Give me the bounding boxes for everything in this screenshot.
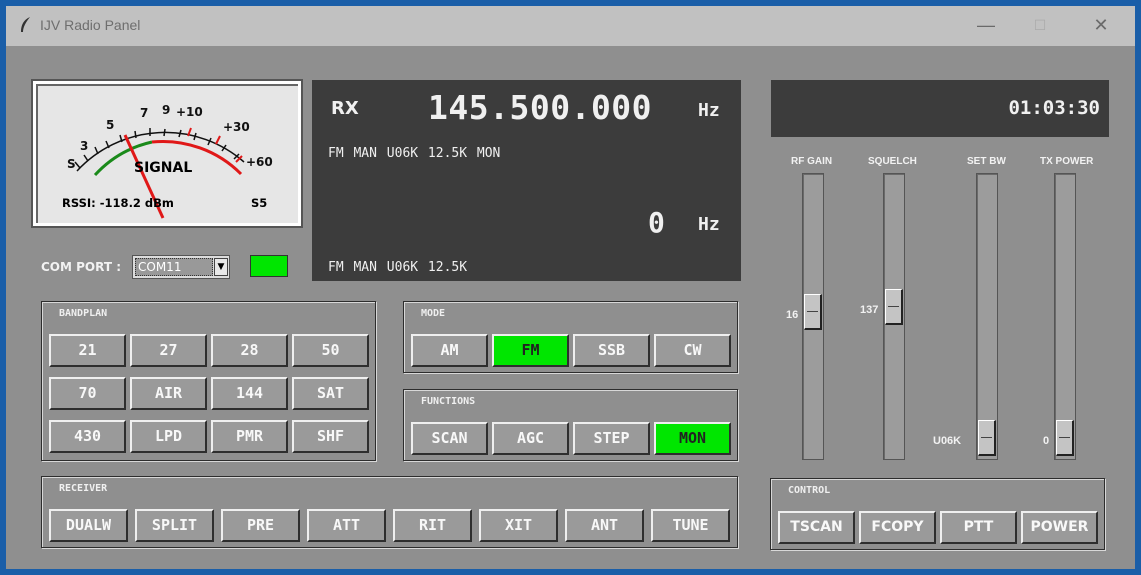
rf-gain-slider-thumb[interactable]: [804, 294, 822, 330]
mode-button-cw[interactable]: CW: [654, 334, 731, 367]
control-button-fcopy[interactable]: FCOPY: [859, 511, 936, 544]
function-button-agc[interactable]: AGC: [492, 422, 569, 455]
frequency-display: RX 145.500.000 Hz FM MAN U06K 12.5K MON …: [312, 80, 741, 281]
band-button-pmr[interactable]: PMR: [211, 420, 288, 453]
squelch-slider[interactable]: [883, 173, 905, 460]
slider-label-set-bw: SET BW: [967, 156, 1006, 167]
rf-gain-slider[interactable]: [802, 173, 824, 460]
maximize-button[interactable]: ☐: [1025, 12, 1055, 40]
scale-label-3: 3: [80, 139, 89, 153]
scale-label-s: S: [67, 157, 76, 171]
frequency-readout: 145.500.000: [428, 88, 653, 127]
rf-gain-value: 16: [786, 309, 799, 321]
com-port-label: COM PORT :: [41, 260, 121, 274]
tx-power-slider[interactable]: [1054, 173, 1076, 460]
receiver-button-att[interactable]: ATT: [307, 509, 386, 542]
s-meter: S 3 5 7 9 +10 +30 +60 SIGNAL RSSI: -118.…: [31, 79, 303, 228]
bandplan-title: BANDPLAN: [59, 308, 108, 319]
control-button-ptt[interactable]: PTT: [940, 511, 1017, 544]
mode-title: MODE: [421, 308, 446, 319]
set-bw-slider-thumb[interactable]: [978, 420, 996, 456]
scale-label-plus30: +30: [223, 120, 250, 134]
function-button-scan[interactable]: SCAN: [411, 422, 488, 455]
receiver-button-pre[interactable]: PRE: [221, 509, 300, 542]
receiver-button-dualw[interactable]: DUALW: [49, 509, 128, 542]
receiver-group: RECEIVER DUALW SPLIT PRE ATT RIT XIT ANT…: [41, 476, 738, 548]
meter-title: SIGNAL: [134, 160, 193, 176]
close-button[interactable]: ✕: [1086, 12, 1116, 40]
receiver-title: RECEIVER: [59, 483, 108, 494]
s-level-readout: S5: [251, 196, 268, 210]
function-button-step[interactable]: STEP: [573, 422, 650, 455]
offset-readout: 0: [648, 206, 665, 239]
scale-label-9: 9: [162, 103, 171, 117]
minimize-button[interactable]: —: [971, 12, 1001, 40]
frequency-unit: Hz: [698, 100, 720, 121]
com-status-indicator: [250, 255, 288, 277]
receiver-button-ant[interactable]: ANT: [565, 509, 644, 542]
squelch-slider-thumb[interactable]: [885, 289, 903, 325]
band-button-28[interactable]: 28: [211, 334, 288, 367]
chevron-down-icon[interactable]: ▼: [214, 258, 228, 276]
band-button-21[interactable]: 21: [49, 334, 126, 367]
receiver-button-xit[interactable]: XIT: [479, 509, 558, 542]
status-line-2: FM MAN U06K 12.5K: [328, 260, 468, 275]
control-button-power[interactable]: POWER: [1021, 511, 1098, 544]
com-port-select[interactable]: COM11 ▼: [132, 255, 230, 279]
band-button-lpd[interactable]: LPD: [130, 420, 207, 453]
mode-button-ssb[interactable]: SSB: [573, 334, 650, 367]
band-button-sat[interactable]: SAT: [292, 377, 369, 410]
window-title: IJV Radio Panel: [40, 17, 141, 33]
mode-group: MODE AM FM SSB CW: [403, 301, 738, 373]
slider-label-tx-power: TX POWER: [1040, 156, 1094, 167]
scale-label-7: 7: [140, 106, 149, 120]
slider-label-squelch: SQUELCH: [868, 156, 917, 167]
functions-title: FUNCTIONS: [421, 396, 476, 407]
clock-readout: 01:03:30: [1008, 97, 1100, 119]
app-window: IJV Radio Panel — ☐ ✕ S 3 5 7 9 +10 +30 …: [6, 6, 1135, 569]
clock-display: 01:03:30: [771, 80, 1109, 137]
status-line: FM MAN U06K 12.5K MON: [328, 146, 501, 161]
control-title: CONTROL: [788, 485, 831, 496]
set-bw-slider[interactable]: [976, 173, 998, 460]
control-button-tscan[interactable]: TSCAN: [778, 511, 855, 544]
band-button-70[interactable]: 70: [49, 377, 126, 410]
bandplan-group: BANDPLAN 21 27 28 50 70 AIR 144 SAT 430 …: [41, 301, 376, 461]
function-button-mon[interactable]: MON: [654, 422, 731, 455]
band-button-144[interactable]: 144: [211, 377, 288, 410]
set-bw-value: U06K: [933, 435, 962, 447]
receiver-button-tune[interactable]: TUNE: [651, 509, 730, 542]
tx-power-slider-thumb[interactable]: [1056, 420, 1074, 456]
band-button-430[interactable]: 430: [49, 420, 126, 453]
scale-label-plus10: +10: [176, 105, 203, 119]
receiver-button-split[interactable]: SPLIT: [135, 509, 214, 542]
scale-label-5: 5: [106, 118, 115, 132]
band-button-27[interactable]: 27: [130, 334, 207, 367]
band-button-air[interactable]: AIR: [130, 377, 207, 410]
mode-button-am[interactable]: AM: [411, 334, 488, 367]
slider-label-rf-gain: RF GAIN: [791, 156, 833, 167]
functions-group: FUNCTIONS SCAN AGC STEP MON: [403, 389, 738, 461]
rx-label: RX: [331, 98, 359, 119]
control-group: CONTROL TSCAN FCOPY PTT POWER: [770, 478, 1105, 550]
tx-power-value: 0: [1043, 435, 1050, 447]
rssi-readout: RSSI: -118.2 dBm: [62, 196, 174, 210]
offset-unit: Hz: [698, 214, 720, 235]
title-bar: IJV Radio Panel — ☐ ✕: [6, 6, 1135, 46]
receiver-button-rit[interactable]: RIT: [393, 509, 472, 542]
band-button-shf[interactable]: SHF: [292, 420, 369, 453]
com-port-value[interactable]: COM11: [135, 258, 213, 276]
mode-button-fm[interactable]: FM: [492, 334, 569, 367]
feather-icon: [21, 17, 30, 32]
scale-label-plus60: +60: [246, 155, 273, 169]
squelch-value: 137: [860, 304, 879, 316]
band-button-50[interactable]: 50: [292, 334, 369, 367]
